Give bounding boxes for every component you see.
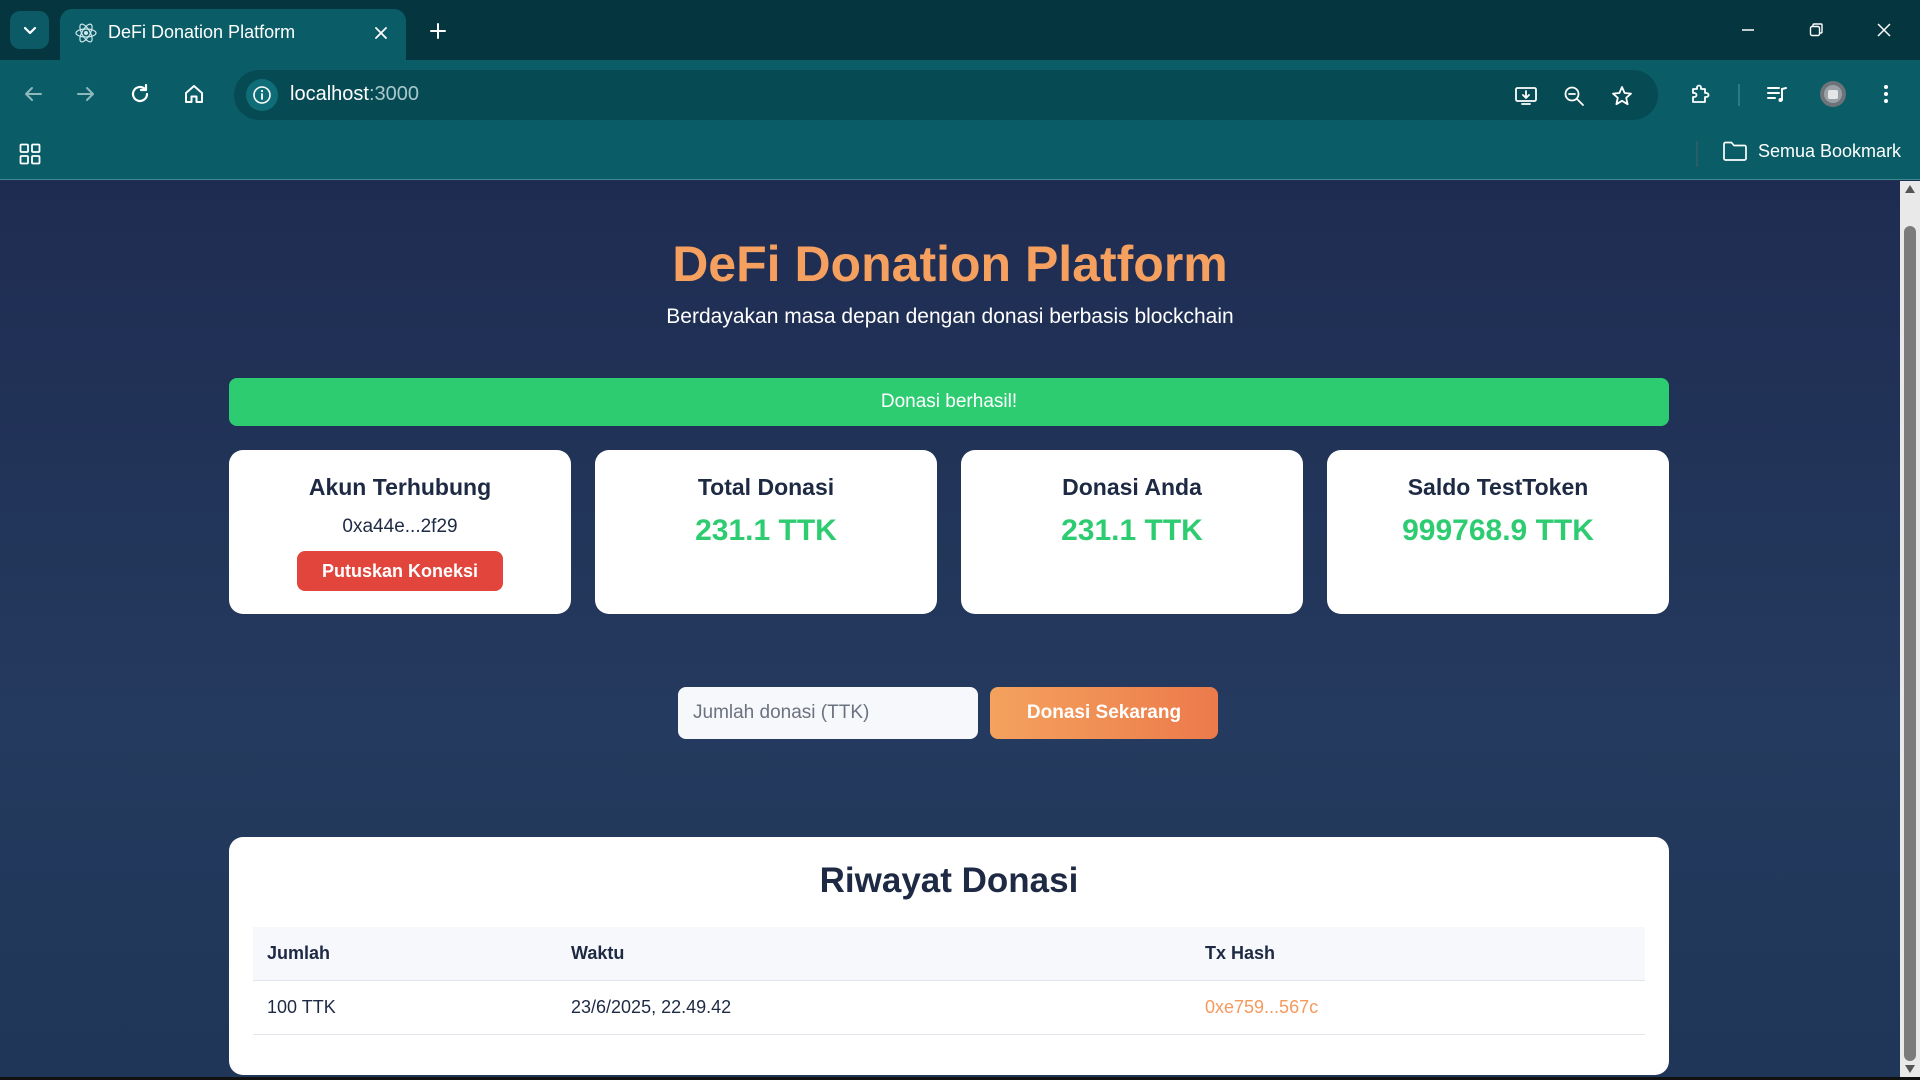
extensions-button[interactable] bbox=[1682, 76, 1718, 112]
site-info-button[interactable] bbox=[246, 79, 278, 111]
token-balance-value: 999768.9 TTK bbox=[1402, 514, 1594, 547]
column-header-tx-hash: Tx Hash bbox=[1205, 943, 1276, 963]
close-icon bbox=[1877, 23, 1891, 37]
reload-button[interactable] bbox=[122, 76, 158, 112]
playlist-music-icon bbox=[1767, 87, 1787, 102]
url-text[interactable]: localhost:3000 bbox=[290, 83, 419, 106]
restore-button[interactable] bbox=[1794, 12, 1838, 48]
browser-menu-button[interactable] bbox=[1868, 76, 1904, 112]
table-row: 100 TTK 23/6/2025, 22.49.42 0xe759...567… bbox=[253, 981, 1645, 1035]
table-header: Jumlah Waktu Tx Hash bbox=[253, 927, 1645, 981]
browser-toolbar: localhost:3000 bbox=[0, 60, 1920, 128]
all-bookmarks-folder[interactable]: Semua Bookmark bbox=[1722, 140, 1901, 162]
bookmarks-divider bbox=[1696, 141, 1698, 167]
bookmark-star-button[interactable] bbox=[1607, 81, 1637, 111]
scroll-thumb[interactable] bbox=[1904, 226, 1916, 1061]
url-host: localhost bbox=[290, 83, 369, 105]
card-title: Akun Terhubung bbox=[308, 474, 492, 500]
url-port: :3000 bbox=[368, 83, 419, 105]
apps-button[interactable] bbox=[16, 140, 44, 168]
folder-icon bbox=[1723, 141, 1747, 161]
arrow-left-icon bbox=[25, 87, 42, 101]
install-icon bbox=[1515, 87, 1537, 105]
minimize-icon bbox=[1742, 29, 1754, 31]
row-time: 23/6/2025, 22.49.42 bbox=[571, 997, 732, 1017]
zoom-button[interactable] bbox=[1559, 81, 1589, 111]
puzzle-icon bbox=[1692, 84, 1710, 103]
bookmark-folder-label: Semua Bookmark bbox=[1758, 140, 1902, 161]
your-donation-value: 231.1 TTK bbox=[1061, 514, 1203, 547]
tab-strip: DeFi Donation Platform bbox=[0, 0, 1920, 60]
history-title: Riwayat Donasi bbox=[819, 861, 1079, 900]
total-donation-card: Total Donasi 231.1 TTK bbox=[595, 450, 937, 614]
donation-amount-input[interactable] bbox=[678, 687, 978, 739]
forward-button[interactable] bbox=[68, 76, 104, 112]
star-icon bbox=[1612, 86, 1632, 106]
zoom-out-icon bbox=[1564, 86, 1584, 106]
home-button[interactable] bbox=[176, 76, 212, 112]
back-button[interactable] bbox=[15, 76, 51, 112]
page-subtitle: Berdayakan masa depan dengan donasi berb… bbox=[666, 305, 1234, 328]
donation-history-card: Riwayat Donasi Jumlah Waktu Tx Hash 100 … bbox=[229, 837, 1669, 1075]
toolbar-divider bbox=[1738, 84, 1740, 106]
bookmarks-bar: Semua Bookmark bbox=[0, 128, 1920, 180]
more-vertical-icon bbox=[1884, 85, 1888, 103]
chevron-down-icon bbox=[23, 26, 36, 35]
address-bar[interactable]: localhost:3000 bbox=[234, 70, 1658, 120]
token-balance-card: Saldo TestToken 999768.9 TTK bbox=[1327, 450, 1669, 614]
media-control-button[interactable] bbox=[1759, 76, 1795, 112]
home-icon bbox=[185, 85, 203, 103]
arrow-right-icon bbox=[77, 87, 94, 101]
info-icon bbox=[253, 86, 271, 104]
reload-icon bbox=[131, 83, 149, 103]
avatar bbox=[1820, 81, 1846, 107]
grid-icon bbox=[19, 143, 41, 165]
column-header-amount: Jumlah bbox=[267, 943, 331, 963]
card-title: Total Donasi bbox=[697, 474, 835, 500]
your-donation-card: Donasi Anda 231.1 TTK bbox=[961, 450, 1303, 614]
close-window-button[interactable] bbox=[1862, 12, 1906, 48]
active-tab[interactable]: DeFi Donation Platform bbox=[60, 9, 406, 60]
plus-icon bbox=[430, 23, 446, 39]
react-logo-icon bbox=[75, 23, 97, 43]
minimize-button[interactable] bbox=[1726, 12, 1770, 48]
connected-account-card: Akun Terhubung 0xa44e...2f29 Putuskan Ko… bbox=[229, 450, 571, 614]
new-tab-button[interactable] bbox=[422, 15, 454, 47]
restore-icon bbox=[1809, 23, 1823, 37]
close-icon bbox=[375, 27, 387, 39]
install-app-button[interactable] bbox=[1511, 81, 1541, 111]
vertical-scrollbar[interactable] bbox=[1900, 181, 1920, 1077]
tab-title: DeFi Donation Platform bbox=[108, 22, 296, 42]
column-header-time: Waktu bbox=[571, 943, 625, 963]
card-title: Donasi Anda bbox=[1062, 474, 1202, 500]
donate-now-button[interactable]: Donasi Sekarang bbox=[990, 687, 1218, 739]
row-tx-hash-link[interactable]: 0xe759...567c bbox=[1205, 997, 1318, 1018]
card-title: Saldo TestToken bbox=[1407, 474, 1589, 500]
scroll-down-arrow[interactable] bbox=[1905, 1065, 1915, 1073]
tab-close-button[interactable] bbox=[368, 20, 394, 46]
scroll-up-arrow[interactable] bbox=[1905, 185, 1915, 193]
disconnect-button[interactable]: Putuskan Koneksi bbox=[297, 551, 503, 591]
row-amount: 100 TTK bbox=[267, 997, 336, 1017]
profile-button[interactable] bbox=[1815, 76, 1851, 112]
success-alert: Donasi berhasil! bbox=[229, 378, 1669, 426]
account-address: 0xa44e...2f29 bbox=[342, 516, 458, 537]
tab-search-button[interactable] bbox=[10, 11, 49, 49]
page-viewport: DeFi Donation Platform Berdayakan masa d… bbox=[0, 181, 1900, 1077]
total-donation-value: 231.1 TTK bbox=[695, 514, 837, 547]
page-title: DeFi Donation Platform bbox=[672, 236, 1228, 292]
